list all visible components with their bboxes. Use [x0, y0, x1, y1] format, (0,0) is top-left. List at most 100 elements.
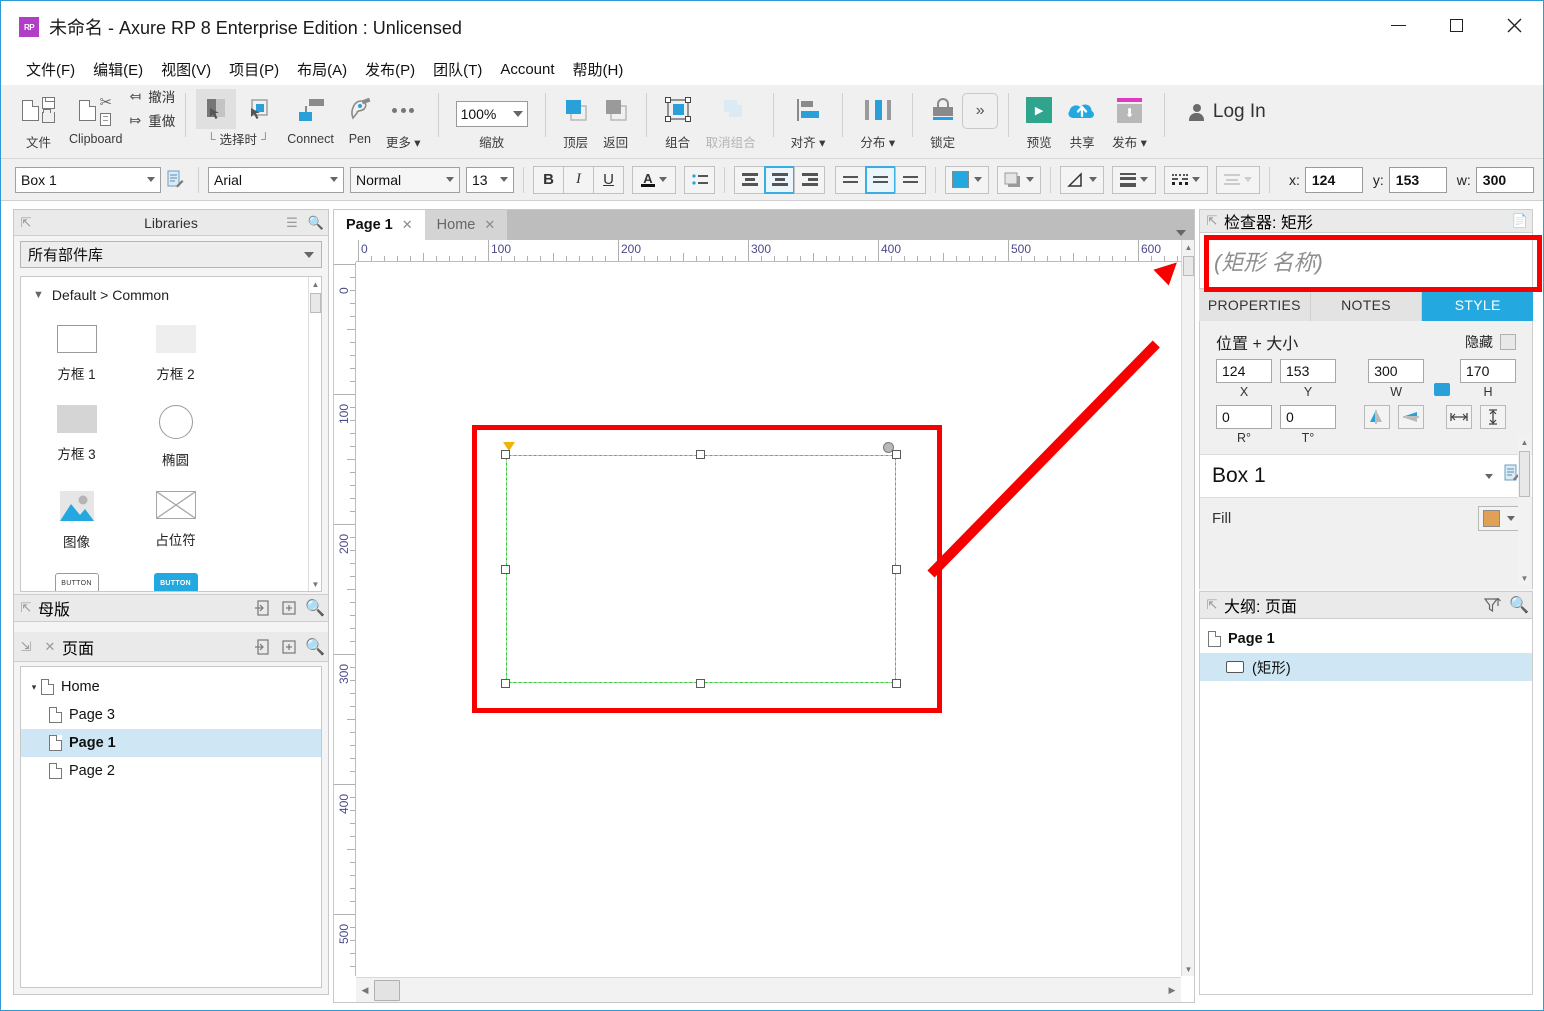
- fill-color-button[interactable]: [945, 166, 989, 194]
- italic-button[interactable]: I: [563, 166, 594, 194]
- undo-button[interactable]: ⤆ 撤消: [130, 86, 176, 106]
- menu-publish[interactable]: 发布(P): [356, 56, 424, 83]
- page-tree-item-page2[interactable]: Page 2: [21, 757, 321, 785]
- tab-page1[interactable]: Page 1 ✕: [334, 210, 425, 240]
- scroll-up-arrow-icon[interactable]: ▲: [1518, 435, 1531, 449]
- menu-view[interactable]: 视图(V): [152, 56, 220, 83]
- zoom-select[interactable]: 100%: [456, 101, 528, 127]
- scroll-left-arrow-icon[interactable]: ◀: [356, 978, 374, 1002]
- cut-scissors-icon[interactable]: ✂: [99, 95, 112, 110]
- tab-style[interactable]: STYLE: [1422, 289, 1533, 321]
- inspector-doc-icon[interactable]: 📄: [1508, 209, 1532, 233]
- library-category-row[interactable]: ▼ Default > Common: [21, 277, 321, 313]
- toolbar-connect-tool[interactable]: Connect: [280, 85, 341, 146]
- collapse-arrow-icon[interactable]: ⇱: [14, 211, 38, 235]
- bullets-button[interactable]: [684, 166, 715, 194]
- widget-style-select[interactable]: Box 1: [15, 167, 161, 193]
- style-panel-vertical-scrollbar[interactable]: ▲ ▼: [1518, 435, 1531, 585]
- scroll-down-arrow-icon[interactable]: ▼: [309, 577, 322, 591]
- menu-file[interactable]: 文件(F): [17, 56, 84, 83]
- widget-box1[interactable]: 方框 1: [27, 317, 126, 397]
- scroll-down-arrow-icon[interactable]: ▼: [1182, 962, 1195, 976]
- collapse-arrow-icon[interactable]: ⇱: [1200, 593, 1224, 617]
- menu-project[interactable]: 项目(P): [220, 56, 288, 83]
- toolbar-pen-tool[interactable]: Pen: [341, 85, 379, 146]
- widget-placeholder[interactable]: 占位符: [126, 483, 225, 565]
- scrollbar-thumb[interactable]: [1183, 256, 1194, 276]
- redo-button[interactable]: ⤇ 重做: [130, 110, 176, 130]
- canvas-vertical-scrollbar[interactable]: ▲ ▼: [1181, 240, 1194, 976]
- x-coordinate-input[interactable]: 124: [1305, 167, 1363, 193]
- outline-item-rectangle[interactable]: (矩形): [1200, 653, 1532, 681]
- align-right-button[interactable]: [794, 166, 825, 194]
- valign-bottom-button[interactable]: [895, 166, 926, 194]
- widget-style-row[interactable]: Box 1: [1200, 454, 1532, 498]
- add-master-icon[interactable]: [250, 595, 276, 621]
- login-button[interactable]: Log In: [1189, 101, 1266, 123]
- page-tree-item-page3[interactable]: Page 3: [21, 701, 321, 729]
- x-input[interactable]: 124: [1216, 359, 1272, 383]
- rotation-input[interactable]: 0: [1216, 405, 1272, 429]
- h-input[interactable]: 170: [1460, 359, 1516, 383]
- menu-layout[interactable]: 布局(A): [288, 56, 356, 83]
- font-size-select[interactable]: 13: [466, 167, 514, 193]
- fit-width-button[interactable]: [1446, 405, 1472, 429]
- save-icon[interactable]: [42, 97, 55, 109]
- y-input[interactable]: 153: [1280, 359, 1336, 383]
- widget-box3[interactable]: 方框 3: [27, 397, 126, 483]
- open-folder-icon[interactable]: [42, 112, 55, 123]
- scrollbar-thumb[interactable]: [1519, 451, 1530, 497]
- toolbar-clipboard-group[interactable]: ✂ Clipboard: [62, 85, 130, 146]
- scrollbar-thumb[interactable]: [310, 293, 321, 313]
- fit-height-button[interactable]: [1480, 405, 1506, 429]
- flip-horizontal-button[interactable]: [1364, 405, 1390, 429]
- toolbar-distribute[interactable]: 分布 ▾: [853, 85, 902, 151]
- close-icon[interactable]: ✕: [484, 217, 495, 233]
- collapse-arrow-icon[interactable]: ⇱: [1200, 209, 1224, 233]
- flip-vertical-button[interactable]: [1398, 405, 1424, 429]
- lock-aspect-ratio-icon[interactable]: [1434, 383, 1450, 396]
- scroll-down-arrow-icon[interactable]: ▼: [1518, 571, 1531, 585]
- search-icon[interactable]: 🔍: [302, 634, 328, 660]
- underline-button[interactable]: U: [593, 166, 624, 194]
- align-left-button[interactable]: [734, 166, 765, 194]
- search-icon[interactable]: 🔍: [304, 211, 328, 235]
- collapse-arrow-icon[interactable]: ⇱: [14, 596, 38, 620]
- minimize-button[interactable]: [1369, 1, 1427, 49]
- expand-triangle-icon[interactable]: ▾: [27, 682, 41, 693]
- toolbar-overflow-button[interactable]: »: [962, 93, 998, 129]
- widget-button[interactable]: BUTTON 按钮: [27, 565, 126, 592]
- widget-image[interactable]: 图像: [27, 483, 126, 565]
- tab-overflow-chevron-icon[interactable]: [1176, 230, 1186, 236]
- line-weight-button[interactable]: [1112, 166, 1156, 194]
- bold-button[interactable]: B: [533, 166, 564, 194]
- chevron-down-icon[interactable]: [1485, 474, 1493, 479]
- scroll-up-arrow-icon[interactable]: ▲: [1182, 240, 1195, 254]
- copy-icon[interactable]: [100, 113, 111, 126]
- toolbar-send-back[interactable]: 返回: [596, 85, 636, 151]
- menu-help[interactable]: 帮助(H): [564, 56, 633, 83]
- select-mode-button[interactable]: [196, 89, 236, 129]
- align-center-button[interactable]: [764, 166, 795, 194]
- expand-arrow-icon[interactable]: ⇲: [14, 635, 38, 659]
- toolbar-more-tools[interactable]: 更多 ▾: [379, 85, 428, 151]
- page-tree-item-page1[interactable]: Page 1: [21, 729, 321, 757]
- valign-middle-button[interactable]: [865, 166, 896, 194]
- font-family-select[interactable]: Arial: [208, 167, 344, 193]
- tab-home[interactable]: Home ✕: [425, 210, 508, 240]
- fill-color-picker[interactable]: [1478, 506, 1520, 531]
- font-weight-select[interactable]: Normal: [350, 167, 460, 193]
- toolbar-group[interactable]: 组合: [657, 85, 699, 151]
- w-input[interactable]: 300: [1368, 359, 1424, 383]
- text-rotation-input[interactable]: 0: [1280, 405, 1336, 429]
- connect-mode-button[interactable]: [240, 89, 280, 129]
- maximize-button[interactable]: [1427, 1, 1485, 49]
- canvas-horizontal-scrollbar[interactable]: ◀ ▶: [356, 977, 1181, 1002]
- toolbar-file-group[interactable]: 文件: [15, 85, 62, 151]
- new-file-icon[interactable]: [22, 100, 39, 121]
- search-icon[interactable]: 🔍: [302, 595, 328, 621]
- add-folder-icon[interactable]: [276, 595, 302, 621]
- toolbar-publish[interactable]: ⬇ 发布 ▾: [1105, 85, 1154, 151]
- menu-team[interactable]: 团队(T): [424, 56, 491, 83]
- close-button[interactable]: [1485, 1, 1543, 49]
